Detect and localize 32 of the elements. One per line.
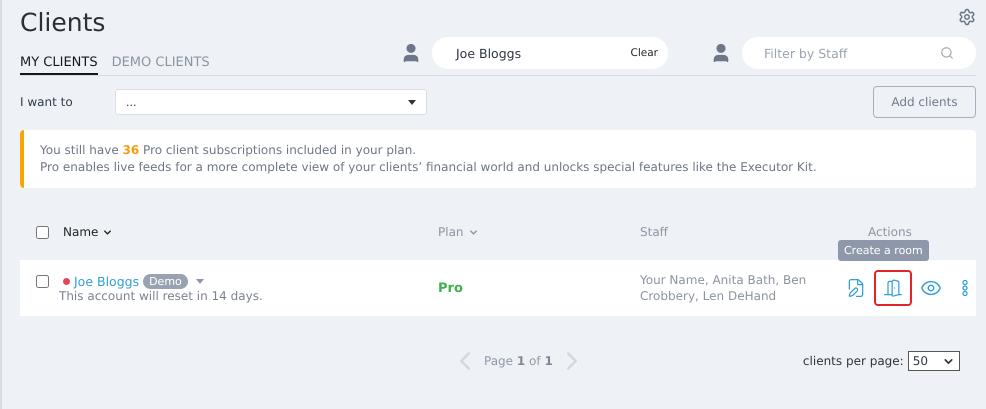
file-pen-icon: [846, 278, 866, 298]
clear-button[interactable]: Clear: [630, 47, 658, 59]
reset-note: This account will reset in 14 days.: [59, 288, 264, 302]
settings-icon[interactable]: [958, 8, 976, 26]
staff-text: Your Name, Anita Bath, Ben Crobbery, Len DeHand: [640, 272, 808, 304]
select-all-checkbox[interactable]: [36, 226, 49, 238]
action-select[interactable]: ...: [115, 89, 427, 115]
per-page-label: clients per page:: [802, 354, 904, 368]
page-indicator: Page 1 of 1: [484, 354, 553, 368]
caret-icon: [408, 100, 416, 104]
staff-filter-field[interactable]: Filter by Staff: [742, 37, 976, 69]
column-header: Actions: [868, 225, 912, 239]
tooltip: Create a room: [838, 240, 929, 261]
edit-icon[interactable]: [846, 278, 866, 298]
column-header: Staff: [640, 225, 668, 239]
door-icon: [883, 278, 903, 298]
search-value: Joe Bloggs: [456, 46, 522, 60]
search-icon: [940, 46, 954, 60]
notice-text: You still have 36 Pro client subscriptions included in your plan.: [40, 142, 418, 159]
tab[interactable]: MY CLIENTS: [20, 55, 98, 75]
column-header[interactable]: Name: [63, 225, 98, 239]
create-room-button[interactable]: [874, 270, 912, 306]
row-checkbox[interactable]: [36, 274, 49, 288]
demo-badge: Demo: [143, 274, 188, 288]
per-page-select[interactable]: 50: [908, 351, 960, 371]
client-search-field[interactable]: Joe Bloggs Clear: [432, 37, 668, 69]
action-label: I want to: [20, 95, 74, 109]
page-title: Clients: [20, 8, 106, 37]
caret-icon[interactable]: [196, 278, 204, 284]
notice-text: Pro enables live feeds for a more complete view of your clients’ financial world and unlocks special features like the Executor Kit.: [40, 159, 818, 176]
add-clients-button[interactable]: Add clients: [873, 86, 976, 118]
plan-text: Pro: [438, 280, 463, 296]
